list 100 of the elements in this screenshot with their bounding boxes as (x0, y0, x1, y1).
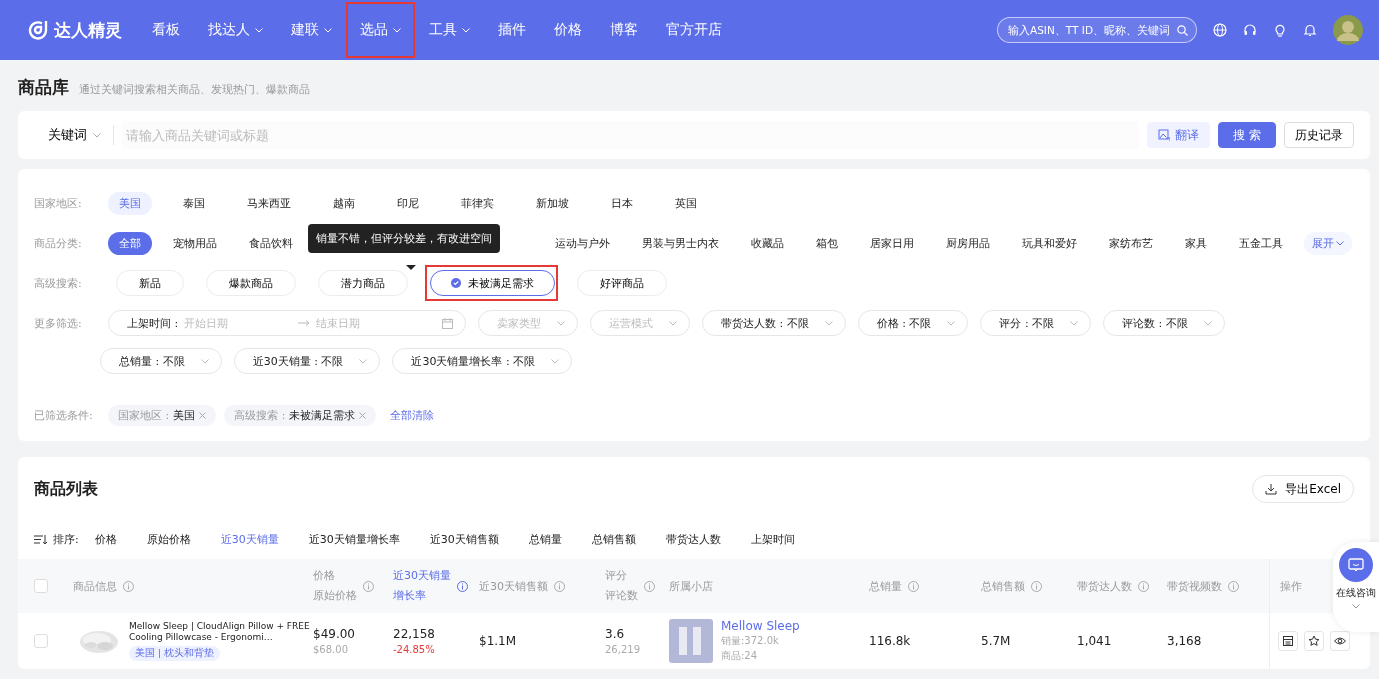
sort-option[interactable]: 价格 (94, 531, 117, 547)
filter-dropdown[interactable]: 近30天销量 : 不限 (233, 348, 381, 374)
region-option[interactable]: 印尼 (386, 191, 430, 215)
region-option[interactable]: 新加坡 (525, 191, 580, 215)
nav-item[interactable]: 博客 (596, 9, 652, 51)
bell-icon[interactable] (1303, 23, 1317, 37)
search-input[interactable]: 输入ASIN、TT ID、昵称、关键词 (1006, 23, 1173, 37)
page-title: 商品库 (18, 76, 69, 99)
nav-item[interactable]: 价格 (540, 9, 596, 51)
caret-icon (93, 132, 101, 138)
category-option[interactable]: 家纺布艺 (1098, 231, 1164, 255)
advanced-option[interactable]: 潜力商品 (318, 270, 408, 296)
video-count-text: 3,168 (1167, 634, 1202, 648)
filter-label: 国家地区: (34, 195, 83, 211)
export-button[interactable]: 导出Excel (1252, 475, 1354, 503)
date-label: 上架时间 : (127, 315, 179, 331)
filter-dropdown[interactable]: 近30天销量增长率 : 不限 (392, 348, 573, 374)
advanced-option[interactable]: 新品 (116, 270, 184, 296)
shop-link[interactable]: Mellow Sleep (721, 619, 800, 633)
caret-icon (551, 358, 560, 364)
sort-option[interactable]: 总销售额 (591, 531, 636, 547)
sort-icon (34, 533, 47, 545)
sort-option[interactable]: 上架时间 (750, 531, 795, 547)
brand-name[interactable]: 达人精灵 (54, 18, 122, 42)
start-date-placeholder: 开始日期 (184, 315, 230, 331)
nav-item[interactable]: 官方开店 (652, 9, 736, 51)
clear-all-link[interactable]: 全部清除 (384, 406, 441, 424)
region-option[interactable]: 菲律宾 (450, 191, 505, 215)
nav-item[interactable]: 工具 (415, 9, 484, 51)
nav-item[interactable]: 插件 (484, 9, 540, 51)
filter-dropdown[interactable]: 价格 : 不限 (857, 310, 969, 336)
region-option[interactable]: 日本 (600, 191, 644, 215)
image-translate-icon (1158, 129, 1171, 141)
category-option[interactable]: 箱包 (805, 231, 849, 255)
filter-label: 更多筛选: (34, 315, 83, 331)
headset-icon[interactable] (1243, 23, 1257, 37)
category-option[interactable]: 男装与男士内衣 (631, 231, 730, 255)
translate-button[interactable]: 翻译 (1147, 122, 1211, 148)
advanced-option[interactable]: 未被满足需求 (430, 270, 555, 296)
category-tag: 美国 | 枕头和背垫 (129, 646, 221, 661)
region-option[interactable]: 马来西亚 (236, 191, 302, 215)
region-option[interactable]: 泰国 (172, 191, 216, 215)
filter-chip[interactable]: 高级搜索 : 未被满足需求 (224, 404, 377, 426)
category-option[interactable]: 运动与户外 (544, 231, 621, 255)
history-button[interactable]: 历史记录 (1284, 122, 1354, 148)
checkbox[interactable] (34, 634, 48, 648)
region-option[interactable]: 英国 (664, 191, 708, 215)
lightbulb-icon[interactable] (1273, 23, 1287, 37)
sort-option[interactable]: 带货达人数 (665, 531, 721, 547)
caret-icon (1070, 320, 1079, 326)
logo-icon (28, 20, 48, 40)
category-option[interactable]: 居家日用 (859, 231, 925, 255)
nav-item[interactable]: 选品 (346, 2, 415, 58)
tooltip-arrow (406, 265, 416, 270)
search-mode-select[interactable]: 关键词 (42, 125, 114, 145)
sort-option[interactable]: 总销量 (528, 531, 562, 547)
total-revenue-text: 5.7M (981, 634, 1011, 648)
checkbox[interactable] (34, 579, 48, 593)
filter-chip[interactable]: 国家地区 : 美国 (108, 404, 217, 426)
nav-item[interactable]: 找达人 (194, 9, 277, 51)
category-option[interactable]: 厨房用品 (935, 231, 1001, 255)
expand-button[interactable]: 展开 (1304, 231, 1352, 255)
document-icon[interactable] (1282, 635, 1294, 647)
star-icon[interactable] (1308, 635, 1320, 647)
caret-icon (324, 27, 332, 33)
filter-dropdown[interactable]: 评论数 : 不限 (1103, 310, 1225, 336)
shop-logo-icon (669, 619, 713, 663)
nav-item[interactable]: 看板 (138, 9, 194, 51)
category-option[interactable]: 五金工具 (1228, 231, 1294, 255)
filter-dropdown[interactable]: 评分 : 不限 (980, 310, 1092, 336)
category-option[interactable]: 家具 (1174, 231, 1218, 255)
avatar[interactable] (1333, 15, 1363, 45)
category-option[interactable]: 食品饮料 (238, 231, 304, 255)
sort-option[interactable]: 近30天销量 (220, 531, 279, 547)
sort-option[interactable]: 近30天销售额 (429, 531, 499, 547)
filter-dropdown[interactable]: 带货达人数 : 不限 (702, 310, 846, 336)
globe-icon[interactable] (1213, 23, 1227, 37)
product-title[interactable]: Mellow Sleep | CloudAlign Pillow + FREE Cooling Pillowcase - Ergonomi… (129, 621, 315, 643)
category-option[interactable]: 全部 (108, 231, 152, 255)
review-count-text: 26,219 (605, 644, 640, 655)
search-bar[interactable]: 关键词 请输入商品关键词或标题 翻译 搜 索 历史记录 (18, 111, 1370, 159)
advanced-option[interactable]: 爆款商品 (206, 270, 296, 296)
category-option[interactable]: 宠物用品 (162, 231, 228, 255)
category-option[interactable]: 收藏品 (740, 231, 795, 255)
eye-icon[interactable] (1334, 635, 1346, 647)
caret-icon (1336, 240, 1344, 246)
caret-icon (200, 358, 209, 364)
advanced-option[interactable]: 好评商品 (577, 270, 667, 296)
sort-option[interactable]: 近30天销量增长率 (308, 531, 400, 547)
region-option[interactable]: 美国 (108, 191, 152, 215)
filter-dropdown[interactable]: 总销量 : 不限 (100, 348, 222, 374)
chat-button[interactable] (1339, 548, 1373, 582)
region-option[interactable]: 越南 (322, 191, 366, 215)
search-field[interactable]: 输入ASIN、TT ID、昵称、关键词 (997, 17, 1197, 43)
calendar-icon (442, 317, 453, 329)
creator-count-text: 1,041 (1077, 634, 1112, 648)
sort-option[interactable]: 原始价格 (146, 531, 191, 547)
category-option[interactable]: 玩具和爱好 (1011, 231, 1088, 255)
search-button[interactable]: 搜 索 (1218, 122, 1276, 148)
nav-item[interactable]: 建联 (277, 9, 346, 51)
